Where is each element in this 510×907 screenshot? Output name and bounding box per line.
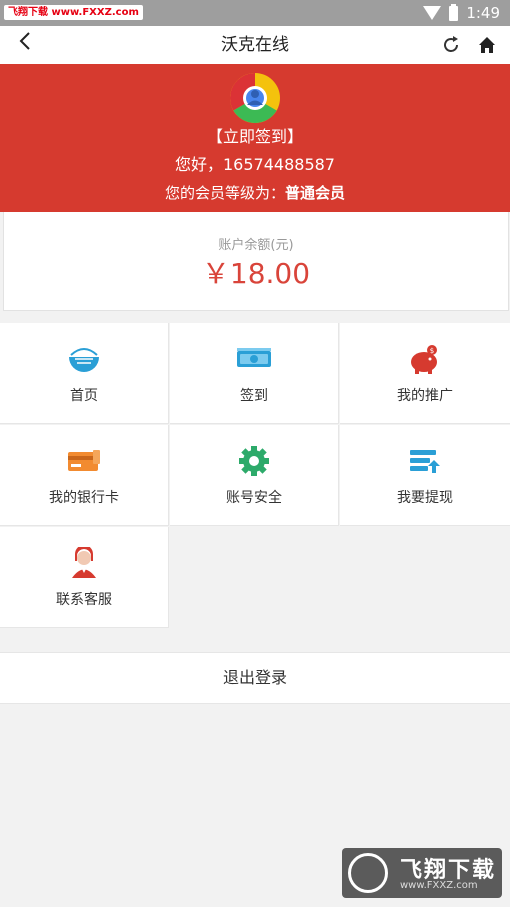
home-bowl-icon	[66, 341, 102, 377]
menu-item-account-security[interactable]: 账号安全	[170, 425, 339, 526]
greeting-text: 您好，16574488587	[175, 155, 335, 174]
avatar-icon	[230, 73, 280, 123]
menu-item-promotion[interactable]: $ 我的推广	[340, 323, 510, 424]
watermark-emblem-icon	[348, 853, 388, 893]
status-icons: 1:49	[423, 2, 500, 24]
menu-item-bank-card[interactable]: 我的银行卡	[0, 425, 169, 526]
piggy-bank-icon: $	[407, 341, 443, 377]
menu-item-home[interactable]: 首页	[0, 323, 169, 424]
nav-bar: 沃克在线	[0, 26, 510, 65]
menu-item-label: 账号安全	[226, 490, 282, 506]
home-button[interactable]	[472, 30, 502, 60]
logout-button[interactable]: 退出登录	[0, 652, 510, 704]
page-title: 沃克在线	[221, 35, 289, 55]
watermark-logo: 飞翔下载 www.FXXZ.com	[342, 848, 502, 898]
balance-label: 账户余额(元)	[218, 238, 294, 253]
menu-item-label: 联系客服	[56, 592, 112, 608]
member-level: 您的会员等级为：普通会员	[0, 182, 510, 204]
status-bar: 飞翔下载 www.FXXZ.com 1:49	[0, 0, 510, 26]
balance-value: ￥18.00	[201, 257, 311, 290]
cash-stack-icon	[236, 341, 272, 377]
back-button[interactable]	[10, 30, 40, 60]
withdraw-icon	[407, 443, 443, 479]
bank-card-icon	[66, 443, 102, 479]
watermark-url: www.FXXZ.com	[400, 880, 478, 891]
avatar[interactable]	[229, 72, 281, 124]
member-level-label: 您的会员等级为：	[164, 184, 285, 202]
battery-icon	[449, 3, 459, 21]
watermark-label: 飞翔下载 www.FXXZ.com	[4, 5, 143, 20]
menu-item-sign-in[interactable]: 签到	[170, 323, 339, 424]
customer-service-icon	[66, 545, 102, 581]
menu-item-withdraw[interactable]: 我要提现	[340, 425, 510, 526]
gear-icon	[236, 443, 272, 479]
wifi-icon	[423, 6, 442, 20]
refresh-icon	[444, 36, 458, 52]
menu-item-label: 我要提现	[397, 490, 453, 506]
menu-item-customer-service[interactable]: 联系客服	[0, 527, 169, 628]
profile-banner: 【立即签到】 您好，16574488587 您的会员等级为：普通会员	[0, 64, 510, 212]
menu-item-label: 我的推广	[397, 388, 453, 404]
menu-item-label: 签到	[240, 388, 268, 404]
balance-card: 账户余额(元) ￥18.00	[3, 212, 509, 311]
chevron-left-icon	[19, 32, 30, 50]
member-level-value: 普通会员	[285, 184, 346, 202]
sign-in-link[interactable]: 【立即签到】	[0, 126, 510, 148]
home-icon	[479, 37, 495, 53]
menu-item-label: 我的银行卡	[49, 490, 119, 506]
menu-item-label: 首页	[70, 388, 98, 404]
refresh-button[interactable]	[436, 30, 466, 60]
status-time: 1:49	[466, 4, 500, 22]
svg-text:$: $	[430, 347, 434, 355]
